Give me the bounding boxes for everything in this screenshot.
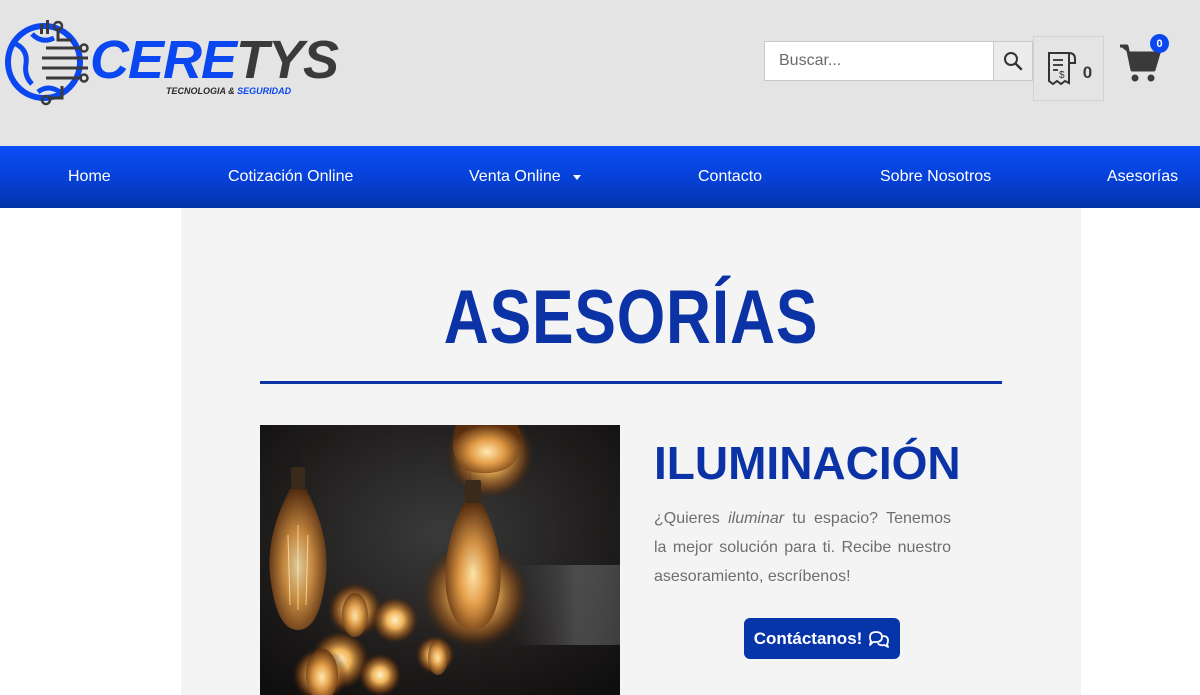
nav-item-label: Cotización Online [228, 168, 354, 185]
nav-item-asesorias[interactable]: Asesorías [1107, 146, 1178, 208]
main-navigation: Home Cotización Online Venta Online Cont… [0, 146, 1200, 208]
site-header: CERETYS TECNOLOGIA & SEGURIDAD $ 0 0 [0, 0, 1200, 146]
svg-text:$: $ [1059, 70, 1065, 81]
section-description: ¿Quieres iluminar tu espacio? Tenemos la… [654, 504, 951, 591]
logo-tagline-part2: SEGURIDAD [237, 86, 292, 96]
nav-item-label: Contacto [698, 168, 763, 185]
nav-item-contacto[interactable]: Contacto [698, 146, 762, 208]
nav-item-venta-online[interactable]: Venta Online [469, 146, 581, 208]
receipt-icon: $ [1047, 51, 1076, 85]
cart-button[interactable]: 0 [1118, 34, 1174, 86]
site-logo[interactable]: CERETYS TECNOLOGIA & SEGURIDAD [2, 14, 339, 110]
nav-item-cotizacion-online[interactable]: Cotización Online [228, 146, 353, 208]
nav-item-label: Asesorías [1107, 168, 1179, 185]
logo-wordmark: CERETYS [90, 30, 339, 90]
section-text-emphasis: iluminar [728, 510, 785, 527]
logo-wordmark-part1: CERE [90, 30, 237, 90]
nav-item-label: Sobre Nosotros [880, 168, 992, 185]
quote-count: 0 [1082, 62, 1093, 82]
contact-button[interactable]: Contáctanos! [744, 618, 900, 659]
nav-item-home[interactable]: Home [68, 146, 111, 208]
title-divider [260, 381, 1002, 384]
section-title: ILUMINACIÓN [654, 437, 961, 489]
section-text-part1: ¿Quieres [654, 510, 729, 527]
circuit-globe-icon [5, 20, 89, 106]
nav-item-label: Venta Online [469, 168, 561, 185]
caret-down-icon [572, 174, 581, 180]
lightbulbs-image [260, 425, 620, 695]
search-icon [1004, 52, 1023, 71]
logo-wordmark-part2: TYS [236, 30, 339, 90]
nav-item-sobre-nosotros[interactable]: Sobre Nosotros [880, 146, 991, 208]
logo-tagline: TECNOLOGIA & SEGURIDAD [166, 86, 291, 96]
search-form [764, 41, 1033, 81]
search-input[interactable] [765, 42, 993, 80]
search-button[interactable] [993, 42, 1032, 80]
cart-count-badge: 0 [1150, 34, 1169, 53]
contact-button-label: Contáctanos! [753, 628, 863, 648]
quote-list-button[interactable]: $ 0 [1033, 36, 1104, 101]
nav-item-label: Home [68, 168, 111, 185]
logo-tagline-part1: TECNOLOGIA & [166, 86, 238, 96]
lightbulbs-illustration [260, 425, 620, 695]
chat-icon [869, 630, 890, 648]
page-title: ASESORÍAS [443, 275, 819, 360]
